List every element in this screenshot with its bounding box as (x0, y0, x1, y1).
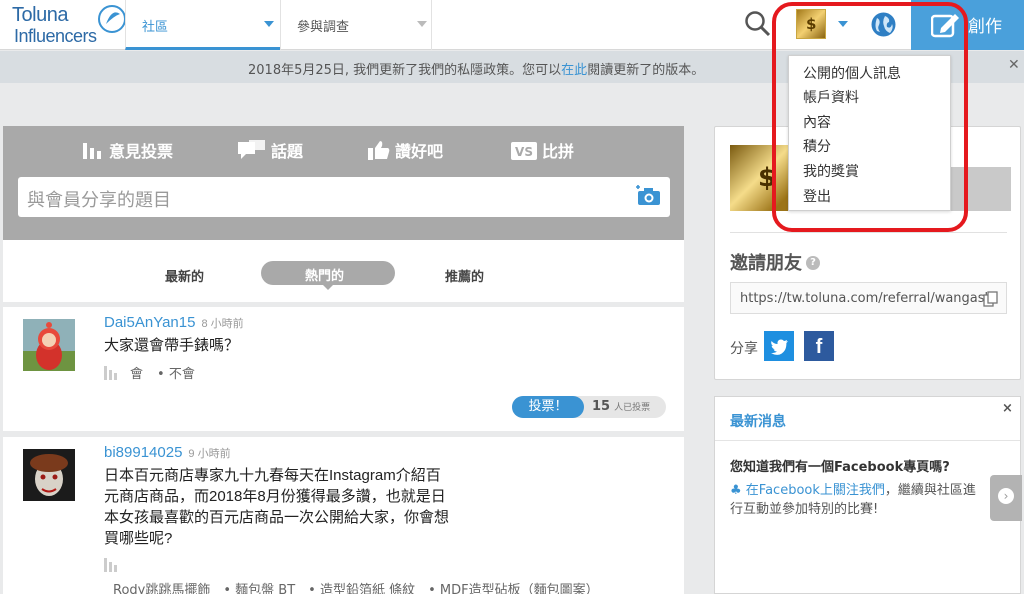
tab-surveys-label: 參與調查 (297, 20, 350, 35)
vote-count-suffix: 人已投票 (614, 403, 651, 413)
invite-title-text: 邀請朋友 (730, 253, 802, 274)
post-question-line: 本女孩最喜歡的百元店商品一次公開給大家，你會想 (104, 509, 450, 526)
logo-leaf-icon (98, 5, 126, 33)
notice-close-button[interactable]: ✕ (1008, 57, 1020, 73)
topic-input-placeholder: 與會員分享的題目 (27, 190, 171, 211)
facebook-icon: f (815, 336, 823, 358)
vote-area: 投票！ 15 人已投票 (512, 396, 666, 418)
chevron-right-icon: › (998, 488, 1014, 504)
speech-bubbles-icon (238, 140, 265, 159)
notice-text-before: 2018年5月25日, 我們更新了我們的私隱政策。您可以 (248, 63, 562, 78)
poll-options: 會 • 不會 (104, 363, 209, 382)
tab-opinion-poll-label: 意見投票 (109, 142, 174, 161)
vote-count-number: 15 (592, 399, 611, 414)
logo-line1: Toluna (12, 4, 68, 26)
news-card: 最新消息 × 您知道我們有一個Facebook專頁嗎? ♣ 在Facebook上… (714, 396, 1022, 594)
vote-button[interactable]: 投票！ (512, 396, 584, 418)
post-question[interactable]: 日本百元商店專家九十九春每天在Instagram介紹百 元商店商品，而2018年… (104, 465, 449, 549)
tab-opinion-poll[interactable]: 意見投票 (82, 138, 173, 162)
post-question-line: 日本百元商店專家九十九春每天在Instagram介紹百 (104, 467, 441, 484)
post-question[interactable]: 大家還會帶手錶嗎？ (104, 335, 239, 356)
tab-community-label: 社區 (142, 20, 169, 35)
news-next-button[interactable]: › (990, 475, 1022, 521)
tab-versus[interactable]: VS 比拼 (511, 138, 574, 162)
user-avatar[interactable] (23, 319, 75, 371)
feed-post: bi89914025 9 小時前 日本百元商店專家九十九春每天在Instagram… (3, 437, 684, 594)
poll-option: 會 (130, 367, 144, 382)
filter-popular[interactable]: 熱門的 (261, 261, 395, 290)
news-title: 最新消息 (730, 414, 786, 430)
twitter-icon (771, 339, 788, 355)
referral-link-field[interactable]: https://tw.toluna.com/referral/wangash (730, 282, 1007, 314)
twitter-share-button[interactable] (764, 331, 794, 361)
tab-like[interactable]: 讚好吧 (368, 138, 443, 162)
post-time: 8 小時前 (201, 318, 244, 330)
privacy-notice-text: 2018年5月25日, 我們更新了我們的私隱政策。您可以在此閱讀更新了的版本。 (248, 59, 704, 78)
facebook-share-button[interactable]: f (804, 331, 834, 361)
poll-icon (83, 143, 101, 159)
poll-icon (104, 366, 117, 380)
club-bullet-icon: ♣ (730, 483, 742, 498)
notice-text-after: 閱讀更新了的版本。 (587, 63, 705, 78)
share-label: 分享 (730, 341, 758, 357)
tab-like-label: 讚好吧 (395, 142, 444, 161)
tab-versus-label: 比拼 (542, 142, 575, 161)
post-author-name[interactable]: bi89914025 (104, 444, 182, 461)
feed-post: Dai5AnYan15 8 小時前 大家還會帶手錶嗎？ 會 • 不會 投票！ 15 人… (3, 307, 684, 431)
poll-options-text: Rody跳跳馬擺飾 • 麵包盤 BT • 造型鉛箔紙 條紋 • MDF造型砧板（… (113, 583, 599, 594)
create-button-label: 創作 (968, 17, 1002, 37)
add-photo-icon[interactable] (636, 185, 662, 207)
divider (730, 232, 1007, 233)
annotation-highlight-outline (772, 2, 968, 232)
active-indicator-notch (322, 284, 334, 290)
facebook-follow-link[interactable]: 在Facebook上關注我們 (746, 483, 885, 498)
poll-option: • 不會 (157, 367, 195, 382)
tab-topic-label: 話題 (271, 142, 304, 161)
feed-filter-bar: 最新的 熱門的 推薦的 (3, 240, 684, 302)
thumbs-up-icon (368, 141, 390, 160)
divider (715, 440, 1020, 441)
filter-latest[interactable]: 最新的 (165, 266, 204, 285)
post-composer: 意見投票 話題 讚好吧 VS 比拼 與會員分享的題目 (3, 126, 684, 240)
search-icon[interactable] (744, 10, 772, 38)
user-avatar[interactable] (23, 449, 75, 501)
help-icon[interactable]: ? (806, 256, 820, 270)
vote-count: 15 人已投票 (592, 399, 650, 414)
privacy-link[interactable]: 在此 (561, 63, 587, 78)
referral-url: https://tw.toluna.com/referral/wangash (740, 291, 993, 306)
chevron-down-icon (264, 21, 274, 27)
post-question-line: 買哪些呢? (104, 530, 173, 547)
invite-friends-title: 邀請朋友? (730, 249, 820, 275)
tab-community[interactable]: 社區 (125, 0, 280, 50)
versus-badge: VS (515, 145, 533, 159)
copy-icon[interactable] (983, 291, 999, 307)
toluna-logo[interactable]: Toluna Influencers (12, 4, 126, 48)
post-time: 9 小時前 (188, 448, 231, 460)
chevron-down-icon (417, 21, 427, 27)
news-body: ♣ 在Facebook上關注我們，繼續與社區進行互動並參加特別的比賽! (730, 481, 980, 519)
tab-topic[interactable]: 話題 (238, 138, 303, 162)
topic-input[interactable]: 與會員分享的題目 (18, 177, 670, 217)
post-author-name[interactable]: Dai5AnYan15 (104, 314, 195, 331)
post-question-line: 元商店商品，而2018年8月份獲得最多讚，也就是日 (104, 488, 446, 505)
news-close-button[interactable]: × (1002, 401, 1013, 416)
post-author[interactable]: Dai5AnYan15 8 小時前 (104, 314, 244, 331)
news-headline: 您知道我們有一個Facebook專頁嗎? (730, 460, 950, 475)
tab-surveys[interactable]: 參與調查 (280, 0, 432, 50)
poll-icon (104, 558, 117, 572)
versus-icon: VS (511, 142, 537, 160)
poll-options (104, 558, 130, 574)
filter-popular-label: 熱門的 (305, 269, 345, 284)
post-author[interactable]: bi89914025 9 小時前 (104, 444, 231, 461)
filter-recommended[interactable]: 推薦的 (445, 266, 484, 285)
logo-line2: Influencers (14, 26, 97, 46)
